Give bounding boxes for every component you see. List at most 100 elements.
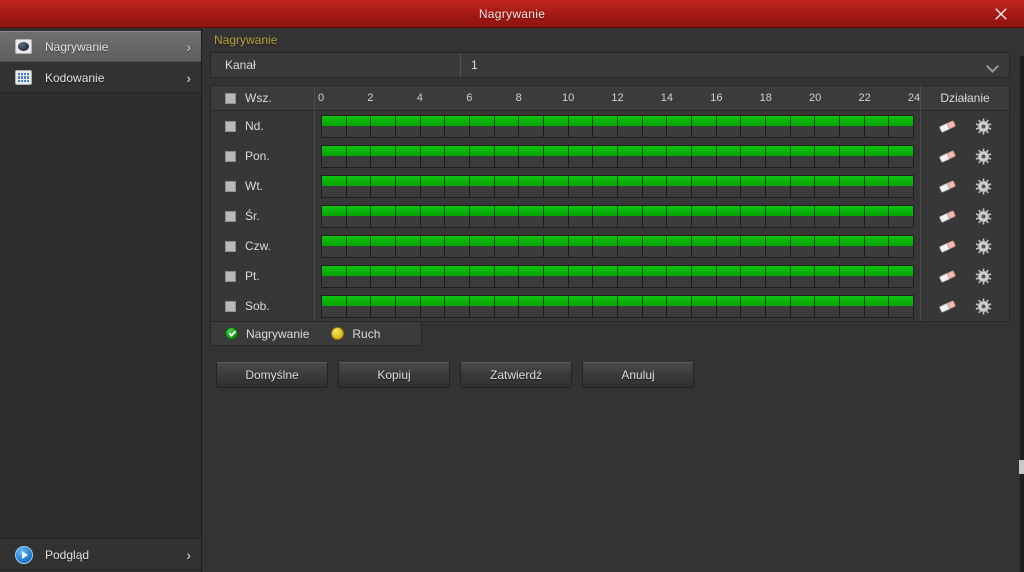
- action-cell: [921, 291, 1009, 321]
- table-row: Pon.: [211, 141, 1009, 171]
- row-action-icons: [921, 118, 1009, 135]
- gear-icon[interactable]: [975, 208, 992, 225]
- sidebar: Nagrywanie › Kodowanie › Podgląd ›: [0, 28, 202, 572]
- timeline-bar[interactable]: [321, 144, 914, 168]
- gear-icon[interactable]: [975, 268, 992, 285]
- action-cell: [921, 171, 1009, 201]
- timeline-bar[interactable]: [321, 234, 914, 258]
- day-cell: Pon.: [211, 141, 315, 171]
- row-action-icons: [921, 238, 1009, 255]
- gear-icon[interactable]: [975, 238, 992, 255]
- tab-nagrywanie[interactable]: Nagrywanie: [210, 33, 281, 47]
- time-tick: 24: [907, 92, 921, 104]
- time-axis: 0 2 4 6 8 10 12 14 16 18 20 22 24: [315, 86, 921, 110]
- eraser-icon[interactable]: [938, 179, 957, 194]
- gear-icon[interactable]: [975, 298, 992, 315]
- timeline-bar[interactable]: [321, 294, 914, 318]
- recording-segment: [322, 235, 913, 246]
- day-label: Nd.: [245, 119, 264, 133]
- day-checkbox[interactable]: [225, 180, 236, 192]
- gear-icon[interactable]: [975, 118, 992, 135]
- timeline-cell[interactable]: [315, 111, 921, 141]
- eraser-icon[interactable]: [938, 299, 957, 314]
- close-icon: [995, 8, 1007, 20]
- sidebar-item-label: Kodowanie: [45, 70, 105, 85]
- day-checkbox[interactable]: [225, 120, 236, 132]
- time-tick: 0: [317, 92, 325, 104]
- table-row: Wt.: [211, 171, 1009, 201]
- day-checkbox[interactable]: [225, 240, 236, 252]
- button-kopiuj[interactable]: Kopiuj: [338, 362, 450, 388]
- day-cell: Sob.: [211, 291, 315, 321]
- button-zatwierd-[interactable]: Zatwierdź: [460, 362, 572, 388]
- time-tick: 10: [561, 92, 575, 104]
- select-all-cell: Wsz.: [211, 86, 315, 110]
- button-anuluj[interactable]: Anuluj: [582, 362, 694, 388]
- channel-value: 1: [471, 58, 478, 72]
- timeline-cell[interactable]: [315, 201, 921, 231]
- row-action-icons: [921, 148, 1009, 165]
- timeline-bar[interactable]: [321, 204, 914, 228]
- timeline-bar[interactable]: [321, 174, 914, 198]
- eraser-icon[interactable]: [938, 269, 957, 284]
- close-button[interactable]: [986, 0, 1016, 28]
- day-cell: Czw.: [211, 231, 315, 261]
- time-tick-labels: 0 2 4 6 8 10 12 14 16 18 20 22 24: [315, 86, 920, 110]
- sidebar-nav: Nagrywanie › Kodowanie ›: [0, 28, 201, 93]
- main-content: Nagrywanie Kanał 1 Wsz. 0 2 4 6 8 10 12 …: [202, 28, 1024, 572]
- timeline-cell[interactable]: [315, 231, 921, 261]
- title-bar: Nagrywanie: [0, 0, 1024, 28]
- channel-select[interactable]: 1: [461, 53, 1009, 77]
- action-cell: [921, 111, 1009, 141]
- eraser-icon[interactable]: [938, 209, 957, 224]
- action-header-label: Działanie: [940, 91, 990, 105]
- time-tick: 22: [858, 92, 871, 104]
- day-label: Pon.: [245, 149, 270, 163]
- select-all-checkbox[interactable]: [225, 92, 236, 104]
- motion-dot-icon: [331, 327, 345, 340]
- day-checkbox[interactable]: [225, 300, 236, 312]
- timeline-cell[interactable]: [315, 291, 921, 321]
- channel-label: Kanał: [211, 53, 461, 77]
- action-cell: [921, 201, 1009, 231]
- scrollbar-thumb[interactable]: [1019, 460, 1024, 474]
- gear-icon[interactable]: [975, 178, 992, 195]
- day-label: Pt.: [245, 269, 260, 283]
- timeline-bar[interactable]: [321, 114, 914, 138]
- eraser-icon[interactable]: [938, 239, 957, 254]
- time-tick: 18: [759, 92, 772, 104]
- sidebar-item-nagrywanie[interactable]: Nagrywanie ›: [0, 31, 201, 62]
- recording-segment: [322, 265, 913, 276]
- chevron-right-icon: ›: [186, 69, 191, 86]
- eraser-icon[interactable]: [938, 149, 957, 164]
- eraser-icon[interactable]: [938, 119, 957, 134]
- select-all-label: Wsz.: [245, 91, 272, 105]
- gear-icon[interactable]: [975, 148, 992, 165]
- sidebar-item-podglad[interactable]: Podgląd ›: [0, 539, 201, 570]
- chevron-down-icon: [988, 62, 999, 69]
- day-checkbox[interactable]: [225, 210, 236, 222]
- time-tick: 4: [416, 92, 423, 104]
- button-domy-lne[interactable]: Domyślne: [216, 362, 328, 388]
- day-cell: Wt.: [211, 171, 315, 201]
- schedule-rows: Nd. Pon. Wt. Śr. Czw. Pt. Sob.: [211, 111, 1009, 321]
- chevron-right-icon: ›: [186, 546, 191, 563]
- timeline-cell[interactable]: [315, 171, 921, 201]
- timeline-cell[interactable]: [315, 141, 921, 171]
- day-cell: Śr.: [211, 201, 315, 231]
- chevron-right-icon: ›: [186, 38, 191, 55]
- scrollbar-track[interactable]: [1019, 56, 1024, 572]
- table-row: Sob.: [211, 291, 1009, 321]
- sidebar-item-kodowanie[interactable]: Kodowanie ›: [0, 62, 201, 93]
- timeline-bar[interactable]: [321, 264, 914, 288]
- timeline-cell[interactable]: [315, 261, 921, 291]
- legend-label: Nagrywanie: [246, 326, 310, 341]
- legend-label: Ruch: [352, 326, 381, 341]
- day-label: Śr.: [245, 209, 260, 223]
- day-checkbox[interactable]: [225, 270, 236, 282]
- row-action-icons: [921, 298, 1009, 315]
- row-action-icons: [921, 178, 1009, 195]
- action-cell: [921, 231, 1009, 261]
- day-checkbox[interactable]: [225, 150, 236, 162]
